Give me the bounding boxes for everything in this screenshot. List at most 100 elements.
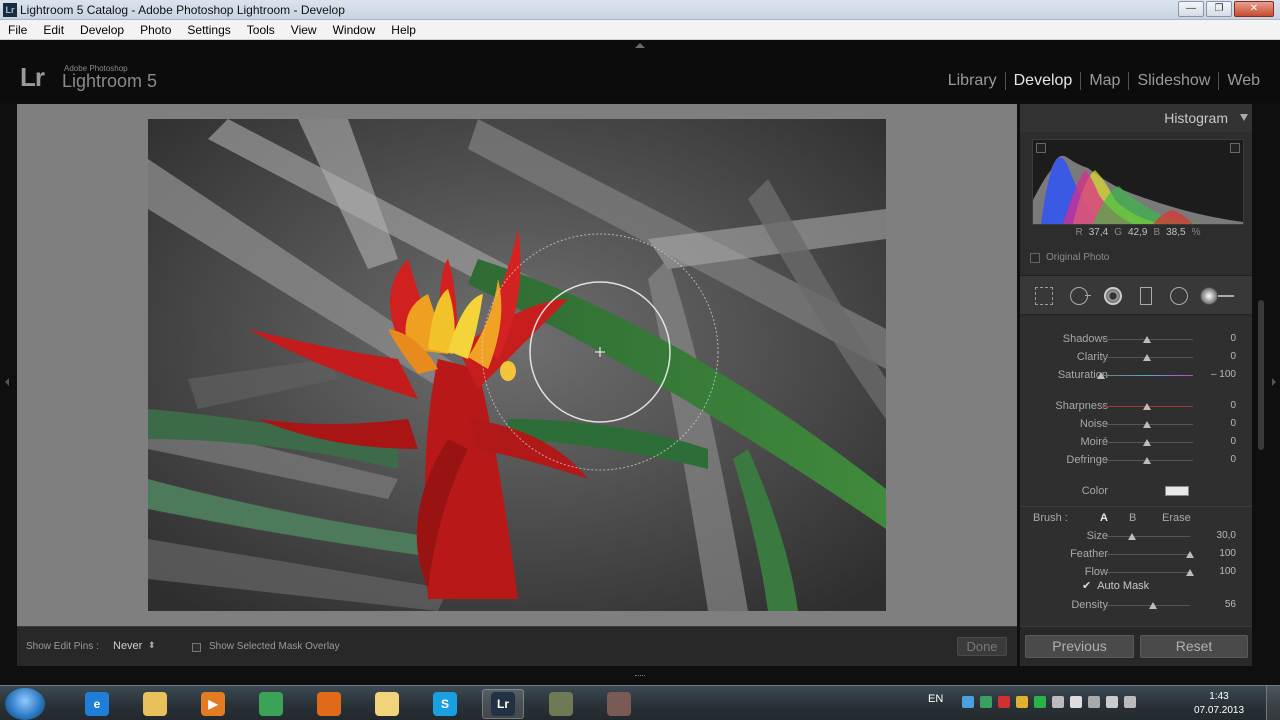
- slider-size[interactable]: Size 30,0: [1020, 528, 1252, 546]
- slider-thumb[interactable]: [1143, 403, 1151, 410]
- menu-view[interactable]: View: [283, 20, 325, 40]
- close-button[interactable]: ✕: [1234, 1, 1274, 17]
- previous-button[interactable]: Previous: [1025, 635, 1134, 658]
- taskbar-chrome[interactable]: [250, 689, 292, 719]
- slider-value[interactable]: 0: [1230, 454, 1236, 465]
- slider-value[interactable]: 30,0: [1217, 530, 1236, 541]
- slider-thumb[interactable]: [1127, 533, 1136, 540]
- slider-thumb[interactable]: [1149, 602, 1158, 609]
- slider-clarity[interactable]: Clarity 0: [1020, 349, 1252, 367]
- show-mask-overlay-label[interactable]: Show Selected Mask Overlay: [209, 641, 340, 652]
- slider-value[interactable]: 56: [1225, 599, 1236, 610]
- shield-tray-icon[interactable]: [1034, 696, 1046, 708]
- menu-window[interactable]: Window: [325, 20, 384, 40]
- taskbar-firefox[interactable]: [308, 689, 350, 719]
- taskbar-skype[interactable]: S: [424, 689, 466, 719]
- acrobat-tray-icon[interactable]: [998, 696, 1010, 708]
- spot-removal-icon[interactable]: [1070, 287, 1091, 305]
- shadow-clipping-icon[interactable]: [1036, 143, 1046, 153]
- color-swatch[interactable]: [1165, 486, 1189, 496]
- menu-help[interactable]: Help: [383, 20, 424, 40]
- taskbar-ie[interactable]: e: [76, 689, 118, 719]
- slider-thumb[interactable]: [1186, 551, 1194, 558]
- display-tray-icon[interactable]: [1106, 696, 1118, 708]
- menu-photo[interactable]: Photo: [132, 20, 179, 40]
- taskbar-app-2[interactable]: [598, 689, 640, 719]
- module-map[interactable]: Map: [1081, 72, 1128, 90]
- slider-track[interactable]: [1101, 375, 1193, 376]
- crop-overlay-icon[interactable]: [1035, 287, 1053, 305]
- collapse-triangle-icon[interactable]: [1240, 114, 1248, 121]
- slider-shadows[interactable]: Shadows 0: [1020, 331, 1252, 349]
- panel-scrollbar[interactable]: [1258, 300, 1264, 450]
- slider-track[interactable]: [1107, 572, 1190, 573]
- brush-erase-tab[interactable]: Erase: [1162, 512, 1191, 524]
- volume-tray-icon[interactable]: [1124, 696, 1136, 708]
- slider-value[interactable]: – 100: [1211, 369, 1236, 380]
- red-eye-correction-icon[interactable]: [1104, 287, 1122, 305]
- brush-b-tab[interactable]: B: [1129, 512, 1136, 524]
- slider-thumb[interactable]: [1097, 372, 1105, 379]
- slider-feather[interactable]: Feather 100: [1020, 546, 1252, 564]
- reset-button[interactable]: Reset: [1140, 635, 1248, 658]
- module-slideshow[interactable]: Slideshow: [1129, 72, 1218, 90]
- menu-settings[interactable]: Settings: [179, 20, 238, 40]
- show-desktop-button[interactable]: [1266, 686, 1280, 720]
- slider-track[interactable]: [1107, 536, 1190, 537]
- histogram-graph[interactable]: [1032, 139, 1244, 225]
- slider-thumb[interactable]: [1143, 439, 1151, 446]
- collapse-filmstrip-icon[interactable]: [635, 675, 645, 679]
- slider-thumb[interactable]: [1143, 354, 1151, 361]
- flag-tray-icon[interactable]: [1052, 696, 1064, 708]
- menu-develop[interactable]: Develop: [72, 20, 132, 40]
- select-updown-icon[interactable]: ⬍: [148, 640, 156, 651]
- collapse-top-panel-icon[interactable]: [635, 43, 645, 48]
- slider-value[interactable]: 0: [1230, 418, 1236, 429]
- module-web[interactable]: Web: [1219, 72, 1268, 90]
- collapse-left-panel-icon[interactable]: [5, 378, 9, 386]
- taskbar-lightroom[interactable]: Lr: [482, 689, 524, 719]
- show-edit-pins-select[interactable]: Never: [113, 640, 142, 652]
- security-tray-icon[interactable]: [1016, 696, 1028, 708]
- slider-value[interactable]: 0: [1230, 333, 1236, 344]
- slider-density[interactable]: Density 56: [1020, 597, 1252, 615]
- show-mask-overlay-checkbox[interactable]: [192, 643, 201, 652]
- slider-thumb[interactable]: [1143, 336, 1151, 343]
- collapse-right-panel-icon[interactable]: [1272, 378, 1276, 386]
- slider-saturation[interactable]: Saturation – 100: [1020, 367, 1252, 385]
- highlight-clipping-icon[interactable]: [1230, 143, 1240, 153]
- histogram-header[interactable]: Histogram: [1020, 104, 1252, 132]
- radial-filter-icon[interactable]: [1170, 287, 1188, 305]
- adjustment-brush-icon[interactable]: [1200, 287, 1234, 305]
- auto-mask-toggle[interactable]: ✔ Auto Mask: [1082, 579, 1149, 593]
- original-photo-checkbox[interactable]: [1030, 252, 1040, 263]
- done-button[interactable]: Done: [957, 637, 1007, 656]
- slider-thumb[interactable]: [1143, 457, 1151, 464]
- original-photo-toggle[interactable]: Original Photo: [1030, 252, 1109, 263]
- brush-a-tab[interactable]: A: [1100, 512, 1108, 524]
- system-clock[interactable]: 1:43 07.07.2013: [1194, 690, 1244, 718]
- taskbar-app-1[interactable]: [540, 689, 582, 719]
- slider-value[interactable]: 0: [1230, 400, 1236, 411]
- slider-thumb[interactable]: [1186, 569, 1194, 576]
- network-tray-icon[interactable]: [962, 696, 974, 708]
- menu-file[interactable]: File: [0, 20, 35, 40]
- slider-defringe[interactable]: Defringe 0: [1020, 452, 1252, 470]
- slider-moire[interactable]: Moiré 0: [1020, 434, 1252, 452]
- slider-value[interactable]: 0: [1230, 436, 1236, 447]
- auto-mask-checkbox[interactable]: ✔: [1082, 579, 1091, 592]
- taskbar-media-player[interactable]: ▶: [192, 689, 234, 719]
- minimize-button[interactable]: —: [1178, 1, 1204, 17]
- slider-thumb[interactable]: [1143, 421, 1151, 428]
- power-tray-icon[interactable]: [1088, 696, 1100, 708]
- slider-track[interactable]: [1107, 554, 1190, 555]
- slider-value[interactable]: 0: [1230, 351, 1236, 362]
- module-library[interactable]: Library: [940, 72, 1005, 90]
- taskbar-folder[interactable]: [366, 689, 408, 719]
- signal-tray-icon[interactable]: [1070, 696, 1082, 708]
- taskbar-explorer[interactable]: [134, 689, 176, 719]
- slider-value[interactable]: 100: [1219, 566, 1236, 577]
- menu-tools[interactable]: Tools: [239, 20, 283, 40]
- start-button[interactable]: [5, 688, 45, 720]
- language-indicator[interactable]: EN: [928, 693, 943, 705]
